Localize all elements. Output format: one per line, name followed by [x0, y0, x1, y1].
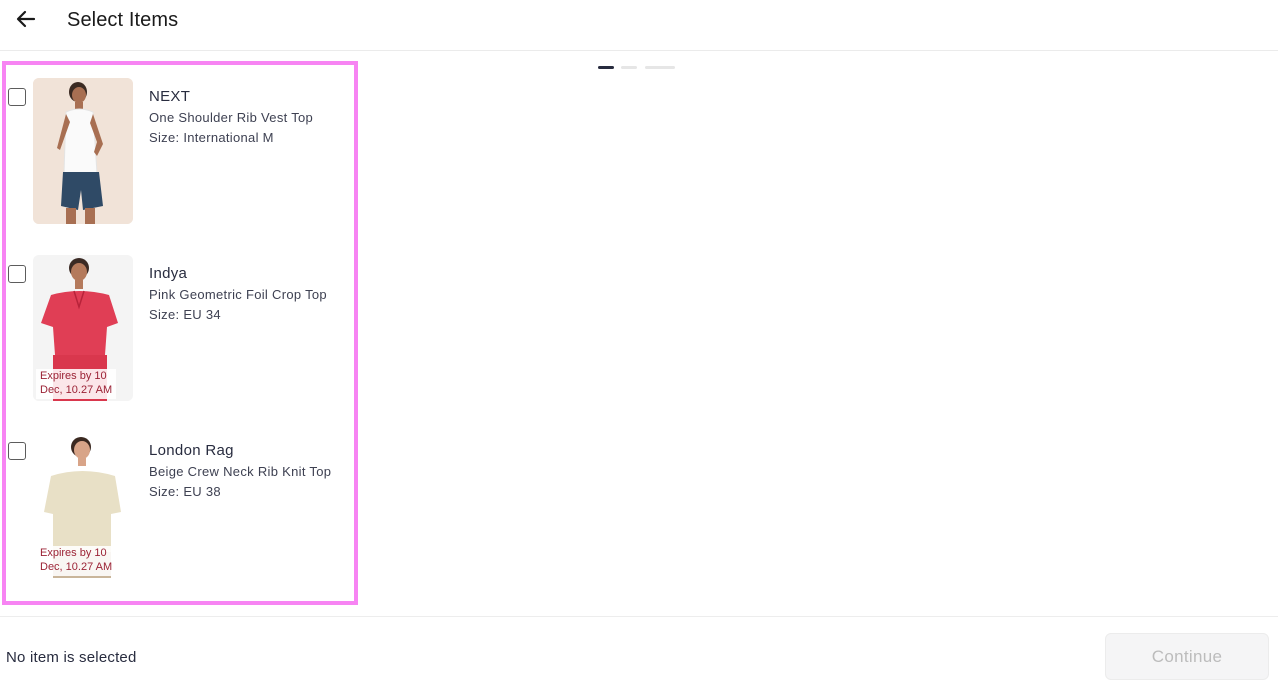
list-item: Expires by 10 Dec, 10.27 AM Indya Pink G…	[8, 255, 348, 415]
expiry-label: Expires by 10 Dec, 10.27 AM	[36, 369, 116, 399]
item-size: Size: EU 34	[149, 307, 221, 322]
arrow-left-icon	[16, 10, 36, 28]
step-2	[621, 66, 637, 69]
step-1	[598, 66, 614, 69]
item-name: One Shoulder Rib Vest Top	[149, 110, 314, 125]
item-size: Size: International M	[149, 130, 274, 145]
item-brand: London Rag	[149, 442, 234, 459]
item-checkbox[interactable]	[8, 265, 26, 283]
item-checkbox[interactable]	[8, 442, 26, 460]
item-name: Beige Crew Neck Rib Knit Top	[149, 464, 332, 479]
item-name: Pink Geometric Foil Crop Top	[149, 287, 327, 302]
product-image[interactable]: Expires by 10 Dec, 10.27 AM	[33, 255, 133, 401]
step-3	[645, 66, 675, 69]
continue-button[interactable]: Continue	[1105, 633, 1269, 680]
selection-status: No item is selected	[6, 649, 137, 666]
app-header: Select Items	[0, 0, 1278, 51]
product-image[interactable]	[33, 78, 133, 224]
item-brand: Indya	[149, 265, 188, 282]
list-item: NEXT One Shoulder Rib Vest Top Size: Int…	[8, 78, 348, 238]
item-size: Size: EU 38	[149, 484, 221, 499]
product-image[interactable]: Expires by 10 Dec, 10.27 AM	[33, 432, 133, 578]
footer-divider	[0, 616, 1278, 617]
item-checkbox[interactable]	[8, 88, 26, 106]
expiry-label: Expires by 10 Dec, 10.27 AM	[36, 546, 116, 576]
item-brand: NEXT	[149, 88, 191, 105]
list-item: Expires by 10 Dec, 10.27 AM London Rag B…	[8, 432, 348, 592]
back-button[interactable]	[13, 7, 39, 31]
page-title: Select Items	[67, 9, 179, 31]
